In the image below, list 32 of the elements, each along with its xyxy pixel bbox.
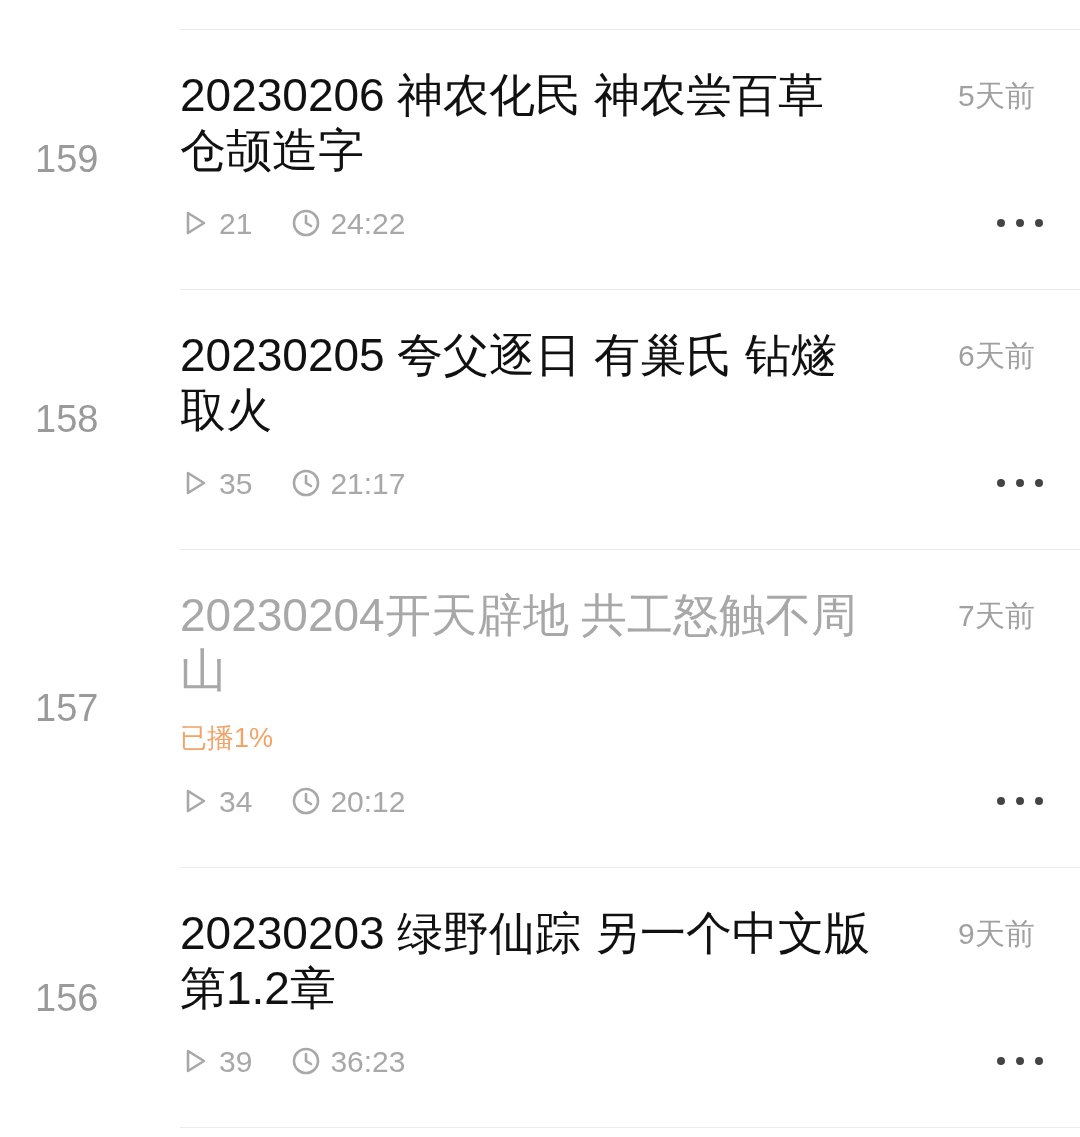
play-icon xyxy=(185,470,207,496)
episode-title[interactable]: 20230203 绿野仙踪 另一个中文版 第1.2章 xyxy=(180,906,895,1016)
clock-icon xyxy=(292,209,321,237)
more-icon[interactable] xyxy=(996,1056,1044,1066)
episode-number: 158 xyxy=(35,400,99,438)
duration: 21:17 xyxy=(330,465,406,502)
time-ago: 9天前 xyxy=(958,916,1035,952)
episode-title[interactable]: 20230206 神农化民 神农尝百草 仓颉造字 xyxy=(180,68,895,178)
episode-title[interactable]: 20230205 夸父逐日 有巢氏 钻燧 取火 xyxy=(180,328,895,438)
duration: 24:22 xyxy=(330,205,406,242)
time-ago: 5天前 xyxy=(958,78,1035,114)
clock-icon xyxy=(292,1047,321,1075)
more-icon[interactable] xyxy=(996,478,1044,488)
duration: 20:12 xyxy=(330,783,406,820)
clock-icon xyxy=(292,787,321,815)
episode-number: 157 xyxy=(35,689,99,727)
play-icon xyxy=(185,210,207,236)
progress-label: 已播1% xyxy=(180,722,274,755)
time-ago: 7天前 xyxy=(958,598,1035,634)
duration: 36:23 xyxy=(330,1043,406,1080)
play-icon xyxy=(185,1048,207,1074)
more-icon[interactable] xyxy=(996,218,1044,228)
clock-icon xyxy=(292,469,321,497)
episode-number: 159 xyxy=(35,140,99,178)
time-ago: 6天前 xyxy=(958,338,1035,374)
play-icon xyxy=(185,788,207,814)
play-count: 34 xyxy=(219,783,253,820)
more-icon[interactable] xyxy=(996,796,1044,806)
play-count: 21 xyxy=(219,205,253,242)
play-count: 35 xyxy=(219,465,253,502)
play-count: 39 xyxy=(219,1043,253,1080)
episode-number: 156 xyxy=(35,978,99,1017)
